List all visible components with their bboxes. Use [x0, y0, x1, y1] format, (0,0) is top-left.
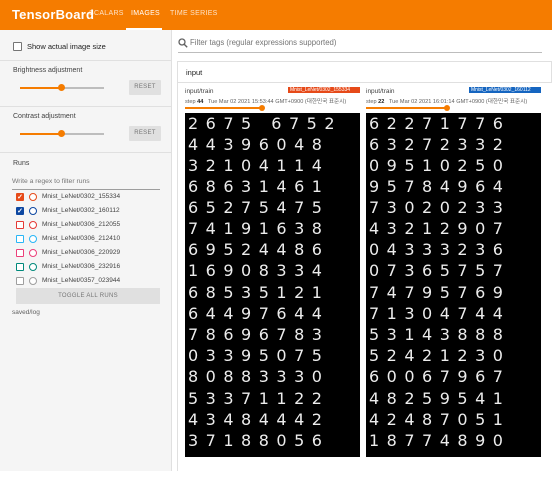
run-name: Mnist_LeNet/0302_155334: [42, 193, 121, 200]
run-name: Mnist_LeNet/0357_023944: [42, 277, 121, 284]
brightness-slider-thumb[interactable]: [58, 84, 65, 91]
sidebar: Show actual image size Brightness adjust…: [0, 30, 172, 471]
contrast-label: Contrast adjustment: [13, 113, 76, 120]
section-divider: [0, 60, 172, 61]
brightness-label: Brightness adjustment: [13, 67, 83, 74]
tab-images[interactable]: IMAGES: [131, 10, 160, 17]
run-name: Mnist_LeNet/0306_220929: [42, 249, 121, 256]
run-color-dot[interactable]: [29, 193, 37, 201]
digit-row: 07365757: [369, 261, 511, 280]
digit-row: 42487051: [369, 410, 511, 429]
digit-row: 2675 6752: [188, 114, 343, 133]
tag-filter-input[interactable]: Filter tags (regular expressions support…: [190, 38, 540, 50]
digit-row: 44396048: [188, 135, 330, 154]
run-checkbox-checked[interactable]: ✓: [16, 207, 24, 215]
digit-row: 68631461: [188, 177, 330, 196]
tag-group-header[interactable]: input: [177, 61, 552, 83]
tab-time-series[interactable]: TIME SERIES: [170, 10, 218, 17]
run-checkbox-checked[interactable]: ✓: [16, 193, 24, 201]
digit-row: 80883330: [188, 367, 330, 386]
run-color-dot[interactable]: [29, 263, 37, 271]
run-color-dot[interactable]: [29, 221, 37, 229]
search-icon: [178, 38, 188, 48]
digit-row: 53371122: [188, 389, 330, 408]
digit-row: 73020233: [369, 198, 511, 217]
run-filter-input[interactable]: Write a regex to filter runs: [12, 176, 160, 190]
section-divider: [0, 152, 172, 153]
run-name: Mnist_LeNet/0306_212410: [42, 235, 121, 242]
run-name: Mnist_LeNet/0306_232916: [42, 263, 121, 270]
show-actual-size-label: Show actual image size: [27, 42, 106, 51]
digit-row: 09510250: [369, 156, 511, 175]
mnist-image-grid: 2675 6752 44396048 32104114 68631461 652…: [185, 113, 360, 457]
brightness-reset-button[interactable]: RESET: [129, 80, 161, 95]
step-value: 22: [378, 99, 385, 105]
digit-row: 18774890: [369, 431, 511, 450]
digit-row: 63272332: [369, 135, 511, 154]
step-slider-thumb[interactable]: [259, 105, 265, 111]
run-color-dot[interactable]: [29, 249, 37, 257]
image-card-tag: input/train: [185, 88, 214, 95]
run-checkbox[interactable]: [16, 221, 24, 229]
digit-row: 65275475: [188, 198, 330, 217]
run-checkbox[interactable]: [16, 263, 24, 271]
run-color-dot[interactable]: [29, 277, 37, 285]
section-divider: [0, 106, 172, 107]
digit-row: 74795769: [369, 283, 511, 302]
run-name: Mnist_LeNet/0302_160112: [42, 207, 120, 214]
contrast-slider-thumb[interactable]: [58, 130, 65, 137]
contrast-slider-fill: [20, 133, 62, 135]
digit-row: 78696783: [188, 325, 330, 344]
run-checkbox[interactable]: [16, 249, 24, 257]
run-name: Mnist_LeNet/0306_212055: [42, 221, 121, 228]
digit-row: 52421230: [369, 346, 511, 365]
search-underline: [178, 52, 542, 53]
digit-row: 43212907: [369, 219, 511, 238]
digit-row: 04333236: [369, 240, 511, 259]
runs-title: Runs: [13, 160, 30, 167]
run-chip: Mnist_LeNet/0302_155334: [288, 87, 360, 93]
toggle-all-runs-button[interactable]: TOGGLE ALL RUNS: [16, 288, 160, 304]
run-color-dot[interactable]: [29, 235, 37, 243]
digit-row: 37188056: [188, 431, 330, 450]
step-slider[interactable]: [366, 107, 447, 109]
mnist-image-grid: 62271776 63272332 09510250 95784964 7302…: [366, 113, 541, 457]
digit-row: 32104114: [188, 156, 330, 175]
contrast-reset-button[interactable]: RESET: [129, 126, 161, 141]
run-chip: Mnist_LeNet/0302_160112: [469, 87, 541, 93]
digit-row: 95784964: [369, 177, 511, 196]
step-label: step: [185, 99, 196, 105]
digit-row: 53143888: [369, 325, 511, 344]
digit-row: 64497644: [188, 304, 330, 323]
digit-row: 16908334: [188, 261, 330, 280]
digit-row: 48259541: [369, 389, 511, 408]
run-checkbox[interactable]: [16, 235, 24, 243]
digit-row: 03395075: [188, 346, 330, 365]
digit-row: 71304744: [369, 304, 511, 323]
timestamp: Tue Mar 02 2021 16:01:14 GMT+0900 (대한민국 …: [388, 99, 528, 105]
image-card-meta: step 44 Tue Mar 02 2021 15:53:44 GMT+090…: [185, 97, 346, 105]
image-card-meta: step 22 Tue Mar 02 2021 16:01:14 GMT+090…: [366, 97, 527, 105]
digit-row: 62271776: [369, 114, 511, 133]
tab-scalars[interactable]: SCALARS: [89, 10, 124, 17]
step-slider[interactable]: [185, 107, 262, 109]
run-color-dot[interactable]: [29, 207, 37, 215]
digit-row: 68535121: [188, 283, 330, 302]
digit-row: 60067967: [369, 367, 511, 386]
log-directory: saved/log: [12, 309, 40, 316]
tag-group-title: input: [186, 68, 203, 77]
step-slider-thumb[interactable]: [444, 105, 450, 111]
brightness-slider-fill: [20, 87, 62, 89]
digit-row: 74191638: [188, 219, 330, 238]
show-actual-size-checkbox[interactable]: [13, 42, 22, 51]
step-label: step: [366, 99, 377, 105]
image-card-tag: input/train: [366, 88, 395, 95]
app-brand: TensorBoard: [12, 7, 95, 22]
timestamp: Tue Mar 02 2021 15:53:44 GMT+0900 (대한민국 …: [207, 99, 347, 105]
step-value: 44: [197, 99, 204, 105]
top-app-bar: TensorBoard SCALARS IMAGES TIME SERIES: [0, 0, 552, 30]
digit-row: 69524486: [188, 240, 330, 259]
digit-row: 43484442: [188, 410, 330, 429]
run-checkbox[interactable]: [16, 277, 24, 285]
